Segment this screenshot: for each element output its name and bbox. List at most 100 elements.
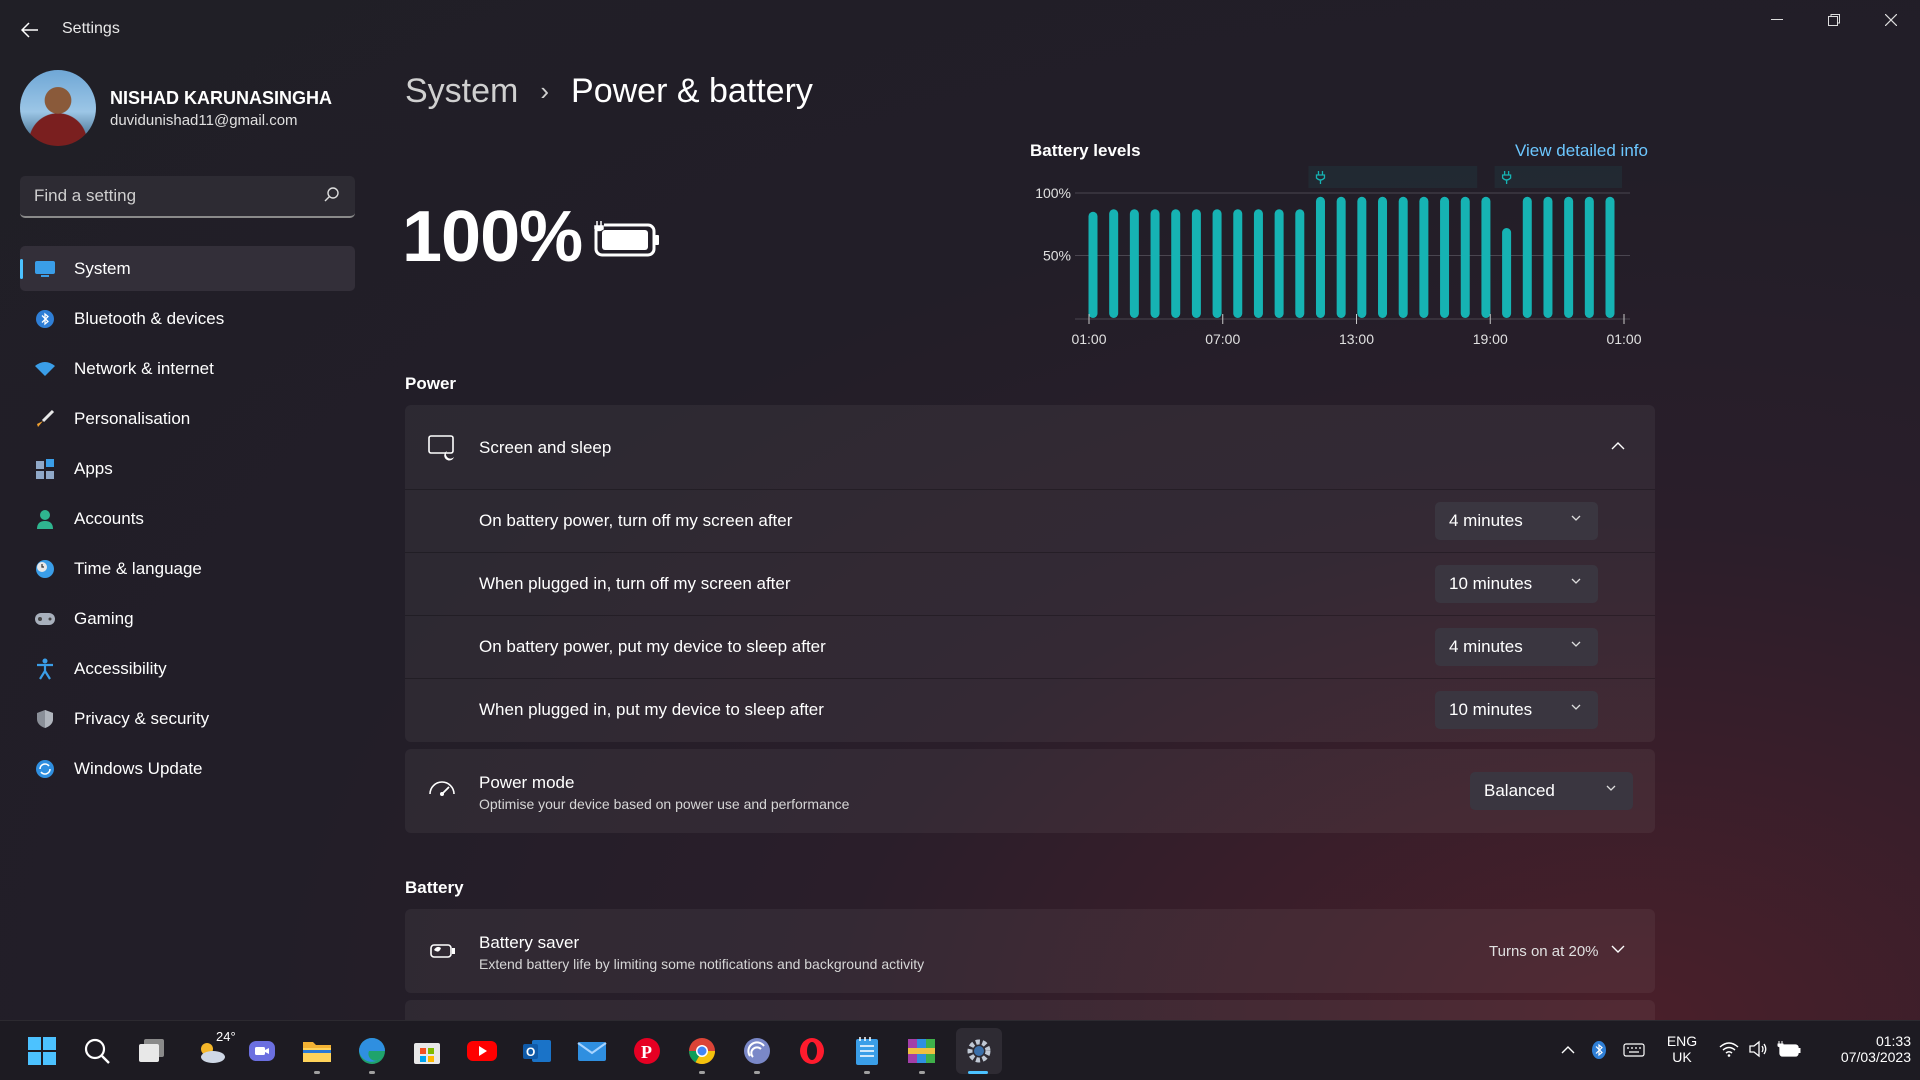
power-mode-subtitle: Optimise your device based on power use …: [479, 796, 850, 812]
sidebar-item-apps[interactable]: Apps: [20, 446, 355, 491]
battery-percentage: 100%: [402, 197, 583, 277]
plugged-screen-off-dropdown[interactable]: 10 minutes: [1435, 565, 1598, 603]
taskbar: 24° O P ENG UK 01:33 07/03/2023: [0, 1020, 1920, 1080]
next-card-partial: [405, 1000, 1655, 1020]
search-box[interactable]: [20, 176, 355, 218]
pinterest-button[interactable]: P: [629, 1033, 665, 1069]
accessibility-icon: [34, 658, 56, 680]
windows-logo-icon: [28, 1037, 56, 1065]
chart-bar: [1336, 196, 1346, 318]
sidebar-item-network[interactable]: Network & internet: [20, 346, 355, 391]
setting-label: When plugged in, turn off my screen afte…: [479, 574, 791, 593]
file-explorer-button[interactable]: [299, 1033, 335, 1069]
sidebar-item-privacy-security[interactable]: Privacy & security: [20, 696, 355, 741]
back-button[interactable]: [18, 18, 42, 42]
bluetooth-icon[interactable]: [1591, 1040, 1607, 1060]
breadcrumb-parent[interactable]: System: [405, 72, 518, 111]
battery-saver-card[interactable]: Battery saver Extend battery life by lim…: [405, 909, 1655, 993]
sidebar-item-windows-update[interactable]: Windows Update: [20, 746, 355, 791]
minimize-button[interactable]: [1757, 6, 1797, 34]
battery-section-title: Battery: [405, 878, 464, 897]
wifi-icon[interactable]: [1719, 1041, 1739, 1057]
chevron-up-icon[interactable]: [1561, 1045, 1575, 1055]
mail-envelope-icon: [577, 1042, 607, 1061]
weather-widget[interactable]: 24°: [189, 1029, 236, 1069]
svg-text:P: P: [641, 1042, 652, 1062]
language-indicator[interactable]: ENG UK: [1664, 1033, 1700, 1065]
chrome-button[interactable]: [684, 1033, 720, 1069]
archive-books-icon: [908, 1039, 935, 1063]
start-button[interactable]: [24, 1033, 60, 1069]
sidebar-item-label: Apps: [74, 458, 113, 478]
settings-taskbar-button[interactable]: [956, 1028, 1002, 1074]
winrar-button[interactable]: [904, 1033, 940, 1069]
battery-saver-status: Turns on at 20%: [1489, 943, 1599, 960]
close-button[interactable]: [1871, 6, 1911, 34]
chevron-down-icon: [1606, 785, 1616, 791]
restore-button[interactable]: [1814, 6, 1854, 34]
teams-chat-button[interactable]: [244, 1033, 280, 1069]
setting-row: When plugged in, turn off my screen afte…: [405, 552, 1655, 615]
sidebar-item-personalisation[interactable]: Personalisation: [20, 396, 355, 441]
sidebar-item-accounts[interactable]: Accounts: [20, 496, 355, 541]
taskbar-search-button[interactable]: [79, 1033, 115, 1069]
clock[interactable]: 01:33 07/03/2023: [1811, 1033, 1911, 1065]
notepad-button[interactable]: [849, 1033, 885, 1069]
dropdown-value: 10 minutes: [1449, 574, 1533, 593]
weather-temp: 24°: [216, 1029, 236, 1044]
apps-icon: [34, 458, 56, 480]
sidebar-item-time-language[interactable]: Time & language: [20, 546, 355, 591]
battery-charging-icon: [594, 220, 659, 257]
power-mode-dropdown[interactable]: Balanced: [1470, 772, 1633, 810]
youtube-button[interactable]: [464, 1033, 500, 1069]
screen-sleep-icon: [428, 435, 454, 461]
outlook-button[interactable]: O: [519, 1033, 555, 1069]
sidebar-item-bluetooth[interactable]: Bluetooth & devices: [20, 296, 355, 341]
sidebar-item-gaming[interactable]: Gaming: [20, 596, 355, 641]
close-icon: [1885, 14, 1897, 26]
mail-button[interactable]: [574, 1033, 610, 1069]
running-indicator: [369, 1071, 375, 1074]
user-profile[interactable]: NISHAD KARUNASINGHA duvidunishad11@gmail…: [20, 70, 360, 150]
browser-app-button[interactable]: [739, 1033, 775, 1069]
battery-saver-icon: [430, 944, 455, 958]
battery-sleep-dropdown[interactable]: 4 minutes: [1435, 628, 1598, 666]
opera-icon: [800, 1038, 824, 1064]
chart-bar: [1212, 209, 1222, 318]
battery-screen-off-dropdown[interactable]: 4 minutes: [1435, 502, 1598, 540]
search-input[interactable]: [34, 186, 314, 206]
running-indicator: [754, 1071, 760, 1074]
chart-bar: [1543, 196, 1553, 318]
task-view-button[interactable]: [134, 1033, 170, 1069]
breadcrumb: System › Power & battery: [405, 72, 813, 111]
region-code: UK: [1672, 1049, 1692, 1065]
battery-charging-icon[interactable]: [1777, 1040, 1801, 1058]
sidebar-item-accessibility[interactable]: Accessibility: [20, 646, 355, 691]
power-mode-card: Power mode Optimise your device based on…: [405, 749, 1655, 833]
sidebar-item-system[interactable]: System: [20, 246, 355, 291]
arrow-left-icon: [21, 22, 38, 38]
active-app-indicator: [968, 1071, 988, 1074]
running-indicator: [699, 1071, 705, 1074]
microsoft-store-button[interactable]: [409, 1033, 445, 1069]
chevron-down-icon[interactable]: [1611, 945, 1625, 954]
view-detailed-info-link[interactable]: View detailed info: [1515, 141, 1648, 161]
chevron-up-icon[interactable]: [1611, 441, 1625, 450]
screen-and-sleep-header[interactable]: Screen and sleep: [405, 405, 1655, 489]
breadcrumb-separator: ›: [540, 76, 550, 106]
plugged-sleep-dropdown[interactable]: 10 minutes: [1435, 691, 1598, 729]
youtube-icon: [467, 1041, 497, 1061]
keyboard-icon[interactable]: [1623, 1043, 1645, 1057]
battery-levels-chart: 100% 50% 01:00 07:00 13:00 19:00 01:00: [1035, 166, 1642, 347]
volume-icon[interactable]: [1748, 1040, 1768, 1058]
brush-icon: [34, 408, 56, 430]
search-icon[interactable]: [323, 186, 341, 204]
folder-icon: [303, 1042, 331, 1062]
sidebar-item-label: Windows Update: [74, 758, 203, 778]
edge-button[interactable]: [354, 1033, 390, 1069]
charging-band: [1308, 166, 1478, 188]
chart-bar: [1584, 196, 1594, 318]
wifi-icon: [34, 358, 56, 380]
setting-label: On battery power, put my device to sleep…: [479, 637, 826, 656]
opera-button[interactable]: [794, 1033, 830, 1069]
